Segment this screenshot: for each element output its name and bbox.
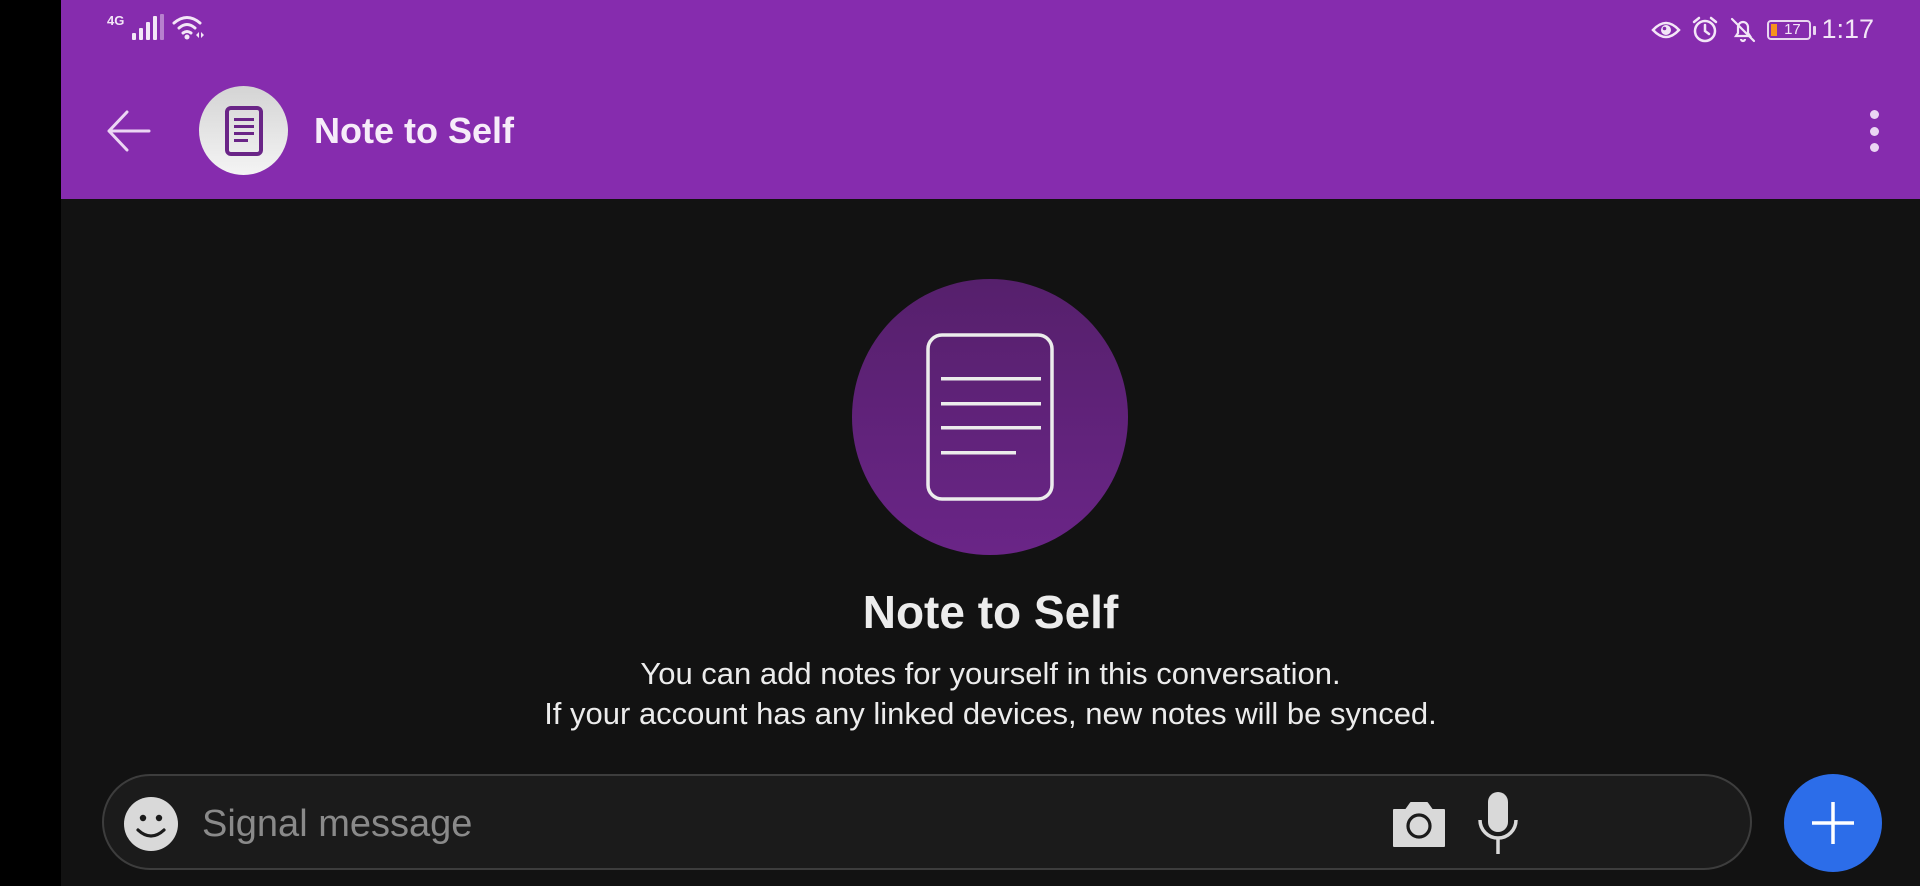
screen-edge (0, 0, 61, 886)
back-button[interactable] (105, 108, 151, 154)
message-input[interactable] (200, 794, 1504, 854)
alarm-clock-icon (1693, 16, 1718, 42)
network-type: 4G (107, 13, 125, 28)
contact-avatar[interactable] (199, 86, 288, 175)
smiley-icon (124, 797, 178, 851)
more-vertical-icon-dot (1869, 143, 1879, 152)
conversation-header-title: Note to Self (862, 586, 1119, 638)
attach-button[interactable] (1784, 774, 1882, 872)
conversation-title[interactable]: Note to Self (314, 110, 514, 152)
more-options-button[interactable] (1854, 104, 1894, 158)
message-composer (102, 774, 1752, 870)
cell-signal-icon (132, 14, 165, 40)
bell-off-icon (1731, 17, 1756, 42)
description-line-2: If your account has any linked devices, … (544, 696, 1437, 731)
wifi-icon (172, 16, 205, 40)
conversation-avatar-large (852, 279, 1128, 555)
eye-icon (1651, 21, 1682, 38)
description-line-1: You can add notes for yourself in this c… (640, 656, 1341, 691)
status-bar-left: 4G (107, 13, 206, 40)
arrow-left-icon (107, 110, 151, 152)
more-vertical-icon-dot (1869, 110, 1879, 119)
camera-icon (1393, 802, 1445, 847)
note-document-icon (926, 333, 1054, 501)
status-time: 1:17 (1821, 14, 1874, 44)
status-bar-right: 17 1:17 (1651, 14, 1874, 45)
battery-indicator: 17 (1767, 19, 1817, 40)
emoji-button[interactable] (124, 797, 178, 851)
conversation-screen: 4G 17 1:17 Note to Self Note to Self You… (61, 0, 1920, 886)
app-bar: 4G 17 1:17 Note to Self (61, 0, 1920, 199)
battery-fill (1771, 23, 1778, 36)
plus-icon (1812, 802, 1854, 844)
battery-level: 17 (1784, 21, 1801, 38)
voice-note-button[interactable] (1476, 790, 1520, 856)
microphone-icon (1478, 792, 1518, 854)
note-document-icon (224, 105, 263, 156)
conversation-header-description: You can add notes for yourself in this c… (61, 654, 1920, 734)
camera-button[interactable] (1390, 796, 1448, 850)
more-vertical-icon-dot (1869, 126, 1879, 136)
